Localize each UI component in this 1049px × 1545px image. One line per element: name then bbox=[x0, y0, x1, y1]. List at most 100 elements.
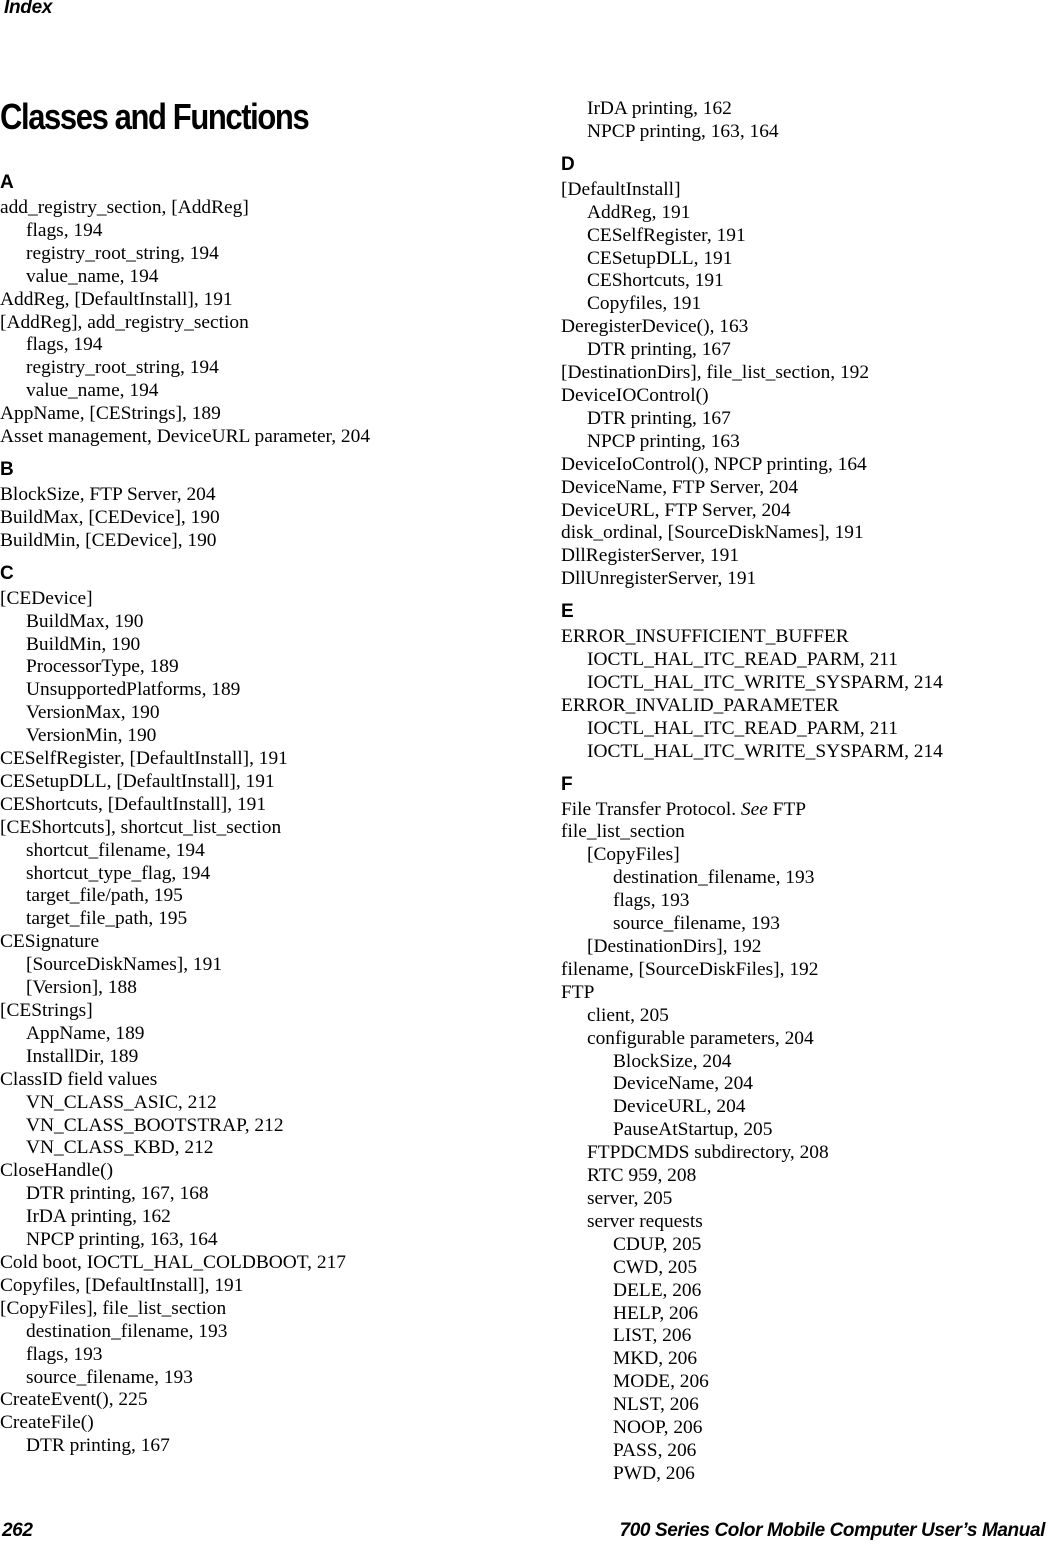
index-subentry: RTC 959, 208 bbox=[587, 1165, 697, 1187]
index-subentry: IrDA printing, 162 bbox=[26, 1206, 171, 1228]
index-entry: BuildMax, [CEDevice], 190 bbox=[0, 506, 220, 528]
index-subentry: CESelfRegister, 191 bbox=[587, 224, 746, 246]
book-title: 700 Series Color Mobile Computer User’s … bbox=[619, 1520, 1046, 1541]
index-entry: ERROR_INVALID_PARAMETER bbox=[561, 694, 839, 716]
index-subentry: FTPDCMDS subdirectory, 208 bbox=[587, 1142, 829, 1164]
index-subentry: client, 205 bbox=[587, 1004, 669, 1026]
index-subentry: PauseAtStartup, 205 bbox=[613, 1119, 773, 1141]
index-letter-heading: A bbox=[0, 172, 14, 193]
index-subentry: LIST, 206 bbox=[613, 1325, 692, 1347]
index-column-left: Aadd_registry_section, [AddReg] flags, 19… bbox=[0, 172, 520, 1458]
index-subentry: IOCTL_HAL_ITC_WRITE_SYSPARM, 214 bbox=[587, 671, 943, 693]
index-subentry: CDUP, 205 bbox=[613, 1233, 702, 1255]
index-subentry: MKD, 206 bbox=[613, 1348, 698, 1370]
index-subentry: VersionMin, 190 bbox=[26, 725, 157, 747]
index-subentry: CEShortcuts, 191 bbox=[587, 270, 724, 292]
index-subentry: NLST, 206 bbox=[613, 1394, 699, 1416]
index-subentry: [CopyFiles] bbox=[587, 844, 680, 866]
index-column-right: IrDA printing, 162 NPCP printing, 163, 16… bbox=[561, 98, 1041, 1486]
index-subentry: flags, 194 bbox=[26, 219, 103, 241]
index-subentry: value_name, 194 bbox=[26, 265, 159, 287]
entry-text: File Transfer Protocol. bbox=[561, 798, 741, 820]
index-subentry: AppName, 189 bbox=[26, 1022, 145, 1044]
index-subentry: value_name, 194 bbox=[26, 380, 159, 402]
index-subentry: BuildMax, 190 bbox=[26, 610, 144, 632]
index-letter-heading: D bbox=[561, 153, 575, 175]
index-entry: CESelfRegister, [DefaultInstall], 191 bbox=[0, 748, 288, 770]
index-subentry: DeviceName, 204 bbox=[613, 1073, 753, 1095]
index-subentry: IOCTL_HAL_ITC_READ_PARM, 211 bbox=[587, 649, 898, 671]
index-subentry: IOCTL_HAL_ITC_READ_PARM, 211 bbox=[587, 717, 898, 739]
index-subentry: [DestinationDirs], 192 bbox=[587, 936, 762, 957]
index-subentry: VN_CLASS_BOOTSTRAP, 212 bbox=[26, 1114, 284, 1136]
index-entry: BuildMin, [CEDevice], 190 bbox=[0, 529, 217, 551]
index-subentry: flags, 193 bbox=[26, 1343, 103, 1365]
index-subentry: Copyfiles, 191 bbox=[587, 293, 702, 315]
index-entry: CESetupDLL, [DefaultInstall], 191 bbox=[0, 770, 275, 792]
index-subentry: CESetupDLL, 191 bbox=[587, 247, 733, 269]
index-subentry: InstallDir, 189 bbox=[26, 1045, 139, 1067]
index-subentry: BlockSize, 204 bbox=[613, 1050, 732, 1072]
index-subentry: configurable parameters, 204 bbox=[587, 1027, 814, 1049]
index-entry: [DefaultInstall] bbox=[561, 178, 681, 200]
index-entry: DeviceName, FTP Server, 204 bbox=[561, 476, 799, 498]
index-subentry: shortcut_type_flag, 194 bbox=[26, 862, 211, 884]
index-letter-heading: B bbox=[0, 458, 14, 480]
index-subentry: shortcut_filename, 194 bbox=[26, 839, 205, 861]
index-subentry: DeviceURL, 204 bbox=[613, 1096, 746, 1118]
index-entry: Cold boot, IOCTL_HAL_COLDBOOT, 217 bbox=[0, 1251, 346, 1273]
index-entry: disk_ordinal, [SourceDiskNames], 191 bbox=[561, 522, 864, 544]
index-entry: DeviceIoControl(), NPCP printing, 164 bbox=[561, 453, 867, 475]
index-subentry: AddReg, 191 bbox=[587, 201, 691, 223]
index-subentry: [SourceDiskNames], 191 bbox=[26, 954, 223, 976]
index-entry: CESignature bbox=[0, 931, 100, 953]
page-title: Classes and Functions bbox=[0, 96, 310, 137]
index-entry: DeviceIOControl() bbox=[561, 384, 709, 406]
index-entry: [CEShortcuts], shortcut_list_section bbox=[0, 816, 282, 838]
index-entry: DllUnregisterServer, 191 bbox=[561, 568, 757, 590]
index-entry: [CEDevice] bbox=[0, 587, 93, 609]
index-subentry: ProcessorType, 189 bbox=[26, 656, 179, 678]
index-entry: DeregisterDevice(), 163 bbox=[561, 316, 749, 338]
index-subentry: registry_root_string, 194 bbox=[26, 357, 219, 379]
page-number: 262 bbox=[2, 1520, 33, 1541]
index-subentry: PWD, 206 bbox=[613, 1462, 695, 1484]
index-entry: [CopyFiles], file_list_section bbox=[0, 1297, 227, 1319]
index-subentry: NPCP printing, 163, 164 bbox=[587, 120, 779, 142]
index-entry: CreateFile() bbox=[0, 1412, 94, 1434]
index-entry: [AddReg], add_registry_section bbox=[0, 311, 249, 333]
index-entry: ClassID field values bbox=[0, 1068, 158, 1090]
index-letter-heading: C bbox=[0, 562, 14, 584]
index-subentry: flags, 194 bbox=[26, 334, 103, 356]
index-subentry: DELE, 206 bbox=[613, 1279, 702, 1301]
index-entry: Copyfiles, [DefaultInstall], 191 bbox=[0, 1274, 244, 1296]
index-entry: ERROR_INSUFFICIENT_BUFFER bbox=[561, 626, 849, 648]
index-entry: file_list_section bbox=[561, 821, 685, 843]
index-entry: [CEStrings] bbox=[0, 1000, 93, 1021]
index-entry: [DestinationDirs], file_list_section, 19… bbox=[561, 362, 870, 384]
index-entry: FTP bbox=[561, 981, 595, 1003]
index-subentry: CWD, 205 bbox=[613, 1256, 698, 1278]
index-entry: CloseHandle() bbox=[0, 1160, 114, 1182]
index-entry: CreateEvent(), 225 bbox=[0, 1389, 148, 1411]
index-subentry: target_file_path, 195 bbox=[26, 908, 188, 930]
index-entry: CEShortcuts, [DefaultInstall], 191 bbox=[0, 793, 267, 815]
index-letter-heading: F bbox=[561, 773, 573, 795]
index-subentry: DTR printing, 167 bbox=[587, 407, 731, 429]
index-subentry: PASS, 206 bbox=[613, 1439, 697, 1461]
index-subentry: MODE, 206 bbox=[613, 1371, 709, 1393]
index-subentry: flags, 193 bbox=[613, 890, 690, 912]
index-entry: filename, [SourceDiskFiles], 192 bbox=[561, 958, 819, 980]
see-reference-target: FTP bbox=[767, 798, 807, 820]
index-subentry: IOCTL_HAL_ITC_WRITE_SYSPARM, 214 bbox=[587, 740, 943, 762]
index-subentry: NPCP printing, 163, 164 bbox=[26, 1229, 218, 1251]
index-subentry: NOOP, 206 bbox=[613, 1417, 703, 1439]
index-subentry: source_filename, 193 bbox=[26, 1366, 193, 1388]
index-subentry: source_filename, 193 bbox=[613, 913, 780, 935]
index-subentry: [Version], 188 bbox=[26, 977, 137, 999]
index-subentry: destination_filename, 193 bbox=[613, 867, 815, 889]
index-entry: AddReg, [DefaultInstall], 191 bbox=[0, 288, 233, 310]
index-entry: DllRegisterServer, 191 bbox=[561, 545, 740, 567]
index-subentry: VersionMax, 190 bbox=[26, 702, 160, 724]
running-head: Index bbox=[4, 0, 53, 18]
